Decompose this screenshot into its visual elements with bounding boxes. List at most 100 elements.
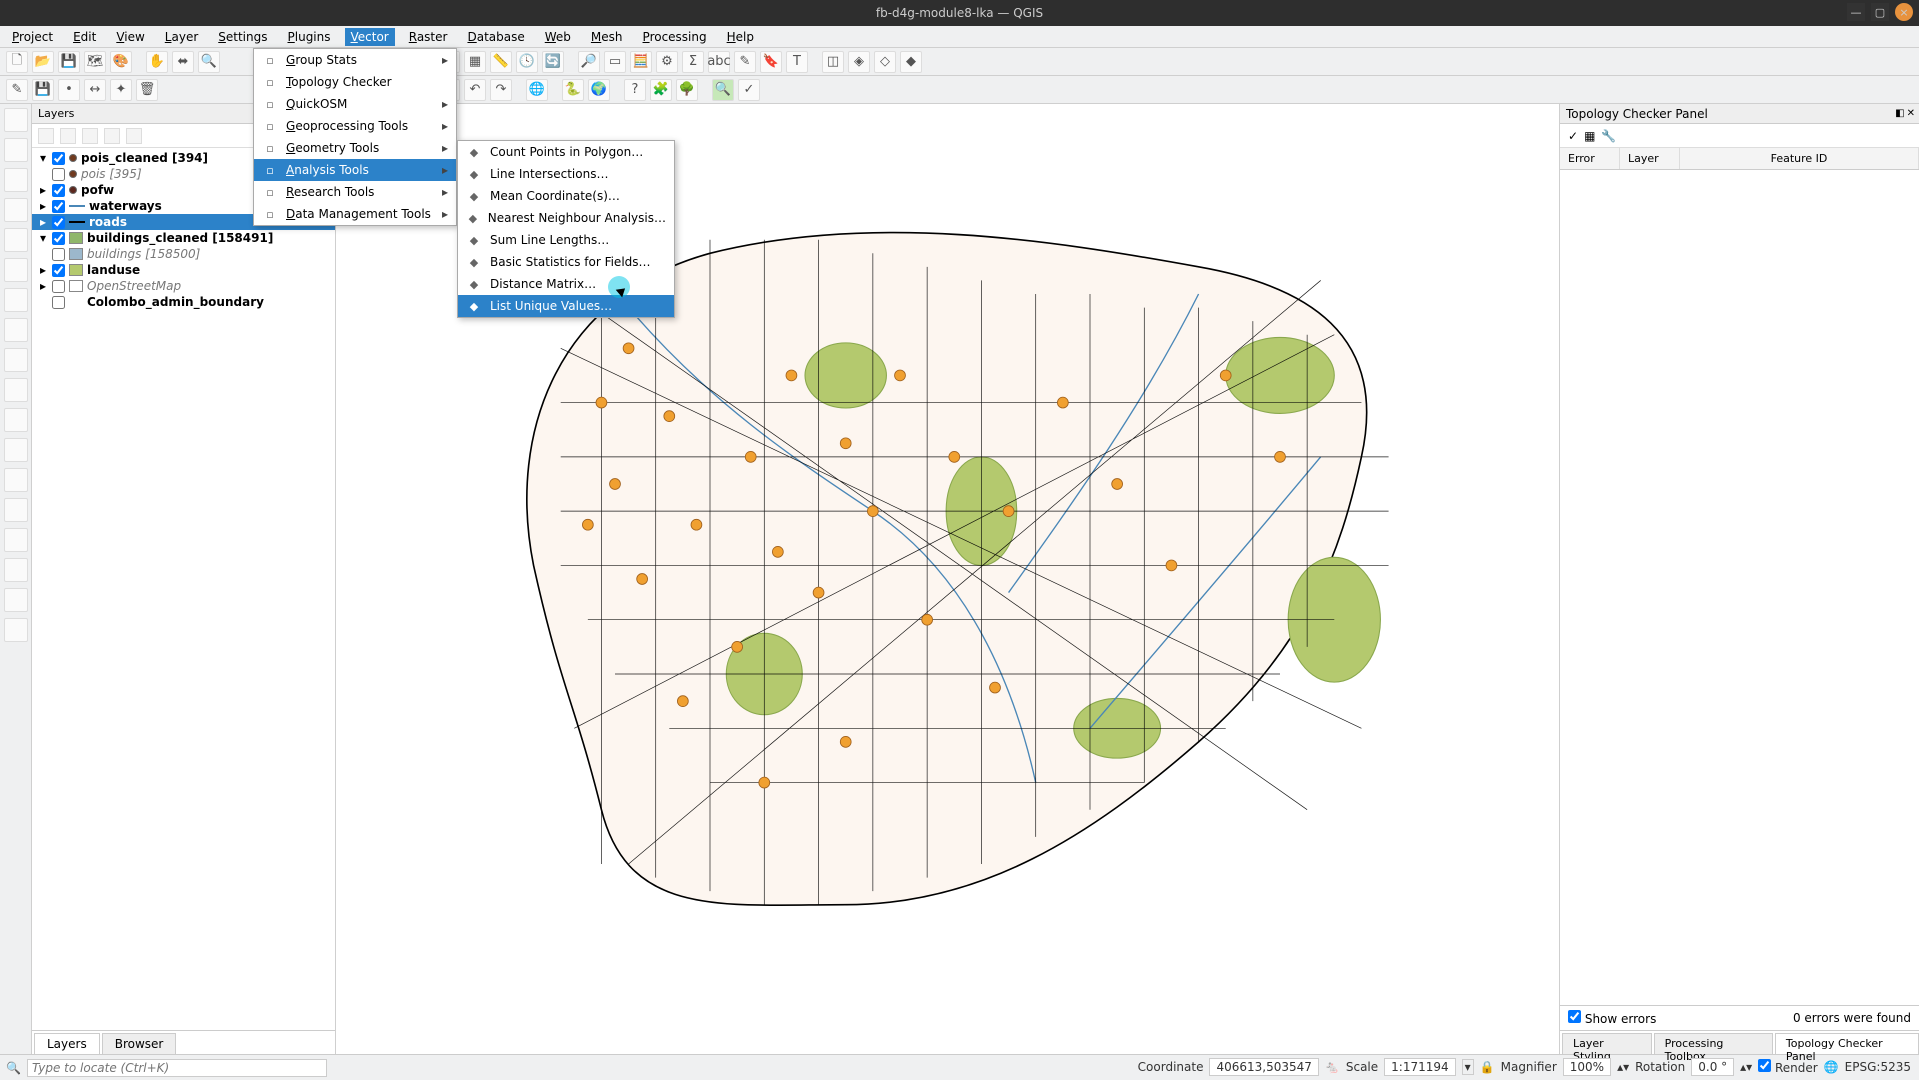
render-checkbox[interactable]: Render <box>1758 1059 1818 1075</box>
pan-button[interactable]: ✋ <box>146 51 168 73</box>
menuitem-list-unique-values[interactable]: ◆List Unique Values… <box>458 295 674 317</box>
select-by-button[interactable]: ◈ <box>848 51 870 73</box>
menu-web[interactable]: Web <box>539 28 577 46</box>
locator-input[interactable] <box>27 1059 327 1077</box>
menuitem-count-points-in-polygon[interactable]: ◆Count Points in Polygon… <box>458 141 674 163</box>
col-featureid[interactable]: Feature ID <box>1680 148 1919 169</box>
attributes-button[interactable]: ▦ <box>464 51 486 73</box>
menu-database[interactable]: Database <box>461 28 530 46</box>
tab-layer-styling[interactable]: Layer Styling <box>1562 1033 1652 1054</box>
crs-icon[interactable]: 🌐 <box>1824 1060 1839 1074</box>
add-csv-button[interactable] <box>4 198 28 222</box>
layer-style-button[interactable] <box>38 128 54 144</box>
menu-help[interactable]: Help <box>721 28 760 46</box>
menu-settings[interactable]: Settings <box>212 28 273 46</box>
measure-button[interactable]: 📏 <box>490 51 512 73</box>
add-postgis-button[interactable] <box>4 258 28 282</box>
labels-button[interactable]: abc <box>708 51 730 73</box>
analysis-tools-submenu[interactable]: ◆Count Points in Polygon…◆Line Intersect… <box>457 140 675 318</box>
add-point-button[interactable] <box>4 558 28 582</box>
move-feature-button[interactable]: ↔ <box>84 79 106 101</box>
osm-button[interactable]: 🌳 <box>676 79 698 101</box>
layer-landuse[interactable]: ▸landuse <box>32 262 335 278</box>
crs-value[interactable]: EPSG:5235 <box>1845 1060 1911 1074</box>
python-console-button[interactable]: 🐍 <box>562 79 584 101</box>
layer-expr-button[interactable] <box>126 128 142 144</box>
show-errors-checkbox[interactable]: Show errors <box>1568 1010 1656 1026</box>
add-feature-button[interactable]: • <box>58 79 80 101</box>
menuitem-distance-matrix[interactable]: ◆Distance Matrix… <box>458 273 674 295</box>
modify-button[interactable]: ◆ <box>900 51 922 73</box>
zoom-full-button[interactable]: 🔎 <box>578 51 600 73</box>
layer-visibility-button[interactable] <box>82 128 98 144</box>
delete-button[interactable]: 🗑 <box>136 79 158 101</box>
minimize-button[interactable]: — <box>1847 3 1865 21</box>
menu-project[interactable]: Project <box>6 28 59 46</box>
zoom-select-button[interactable]: 🔍 <box>712 79 734 101</box>
new-gpkg-button[interactable] <box>4 468 28 492</box>
vector-menu-dropdown[interactable]: ▫Group Stats▸▫Topology Checker▫QuickOSM▸… <box>253 48 457 226</box>
menuitem-analysis-tools[interactable]: ▫Analysis Tools▸ <box>254 159 456 181</box>
new-project-button[interactable]: 🗋 <box>6 51 28 73</box>
style-manager-button[interactable]: 🎨 <box>110 51 132 73</box>
globe-dark-icon[interactable]: 🌐 <box>526 79 548 101</box>
mag-stepper[interactable]: ▴▾ <box>1617 1060 1629 1074</box>
layer-add-group-button[interactable] <box>60 128 76 144</box>
layer-buildings_cleaned[interactable]: ▾buildings_cleaned [158491] <box>32 230 335 246</box>
menuitem-geometry-tools[interactable]: ▫Geometry Tools▸ <box>254 137 456 159</box>
redo-button[interactable]: ↷ <box>490 79 512 101</box>
layers-list[interactable]: ▾pois_cleaned [394]pois [395]▸pofw▸water… <box>32 148 335 1030</box>
data-source-button[interactable] <box>4 498 28 522</box>
panel-undock-icon[interactable]: ◧ <box>1895 108 1904 119</box>
globe-button[interactable]: 🌍 <box>588 79 610 101</box>
calc-button[interactable]: 🧮 <box>630 51 652 73</box>
rot-stepper[interactable]: ▴▾ <box>1740 1060 1752 1074</box>
add-mesh-button[interactable] <box>4 168 28 192</box>
add-spatialite-button[interactable] <box>4 228 28 252</box>
menu-vector[interactable]: Vector <box>345 28 395 46</box>
menu-plugins[interactable]: Plugins <box>282 28 337 46</box>
help-button[interactable]: ? <box>624 79 646 101</box>
add-virtual-button[interactable] <box>4 348 28 372</box>
menuitem-line-intersections[interactable]: ◆Line Intersections… <box>458 163 674 185</box>
extents-icon[interactable]: 🐁 <box>1325 1060 1340 1074</box>
scale-field[interactable]: 1:171194 <box>1384 1058 1456 1076</box>
menuitem-quickosm[interactable]: ▫QuickOSM▸ <box>254 93 456 115</box>
layer-filter-button[interactable] <box>104 128 120 144</box>
menu-layer[interactable]: Layer <box>159 28 204 46</box>
undo-button[interactable]: ↶ <box>464 79 486 101</box>
scale-dropdown-button[interactable]: ▾ <box>1462 1059 1474 1075</box>
stats-button[interactable]: Σ <box>682 51 704 73</box>
open-project-button[interactable]: 📂 <box>32 51 54 73</box>
col-layer[interactable]: Layer <box>1620 148 1680 169</box>
refresh-button[interactable]: 🔄 <box>542 51 564 73</box>
add-raster-button[interactable] <box>4 138 28 162</box>
coord-field[interactable]: 406613,503547 <box>1209 1058 1318 1076</box>
zoom-layer-button[interactable]: ▭ <box>604 51 626 73</box>
validate-extent-button[interactable]: ▦ <box>1584 129 1595 143</box>
menuitem-mean-coordinate(s)[interactable]: ◆Mean Coordinate(s)… <box>458 185 674 207</box>
text-button[interactable]: T <box>786 51 808 73</box>
layer-colombo_admin_boundary[interactable]: Colombo_admin_boundary <box>32 294 335 310</box>
add-xyz-button[interactable] <box>4 378 28 402</box>
lock-icon[interactable]: 🔒 <box>1480 1060 1495 1074</box>
add-wcs-button[interactable] <box>4 528 28 552</box>
annotate-button[interactable]: ✎ <box>734 51 756 73</box>
layout-manager-button[interactable]: 🗺 <box>84 51 106 73</box>
menuitem-topology-checker[interactable]: ▫Topology Checker <box>254 71 456 93</box>
plugins-button[interactable]: 🧩 <box>650 79 672 101</box>
add-wfs-button[interactable] <box>4 318 28 342</box>
layer-openstreetmap[interactable]: ▸OpenStreetMap <box>32 278 335 294</box>
configure-rules-button[interactable]: 🔧 <box>1601 129 1616 143</box>
menuitem-nearest-neighbour-analysis[interactable]: ◆Nearest Neighbour Analysis… <box>458 207 674 229</box>
menu-raster[interactable]: Raster <box>403 28 454 46</box>
maximize-button[interactable]: ▢ <box>1871 3 1889 21</box>
temporal-button[interactable]: 🕓 <box>516 51 538 73</box>
add-gpkg-button[interactable] <box>4 408 28 432</box>
edit-toggle-button[interactable]: ✎ <box>6 79 28 101</box>
tab-layers[interactable]: Layers <box>34 1033 100 1054</box>
tab-topology-checker[interactable]: Topology Checker Panel <box>1775 1033 1919 1054</box>
save-edits-button[interactable]: 💾 <box>32 79 54 101</box>
layer-buildings[interactable]: buildings [158500] <box>32 246 335 262</box>
new-shapefile-button[interactable] <box>4 438 28 462</box>
